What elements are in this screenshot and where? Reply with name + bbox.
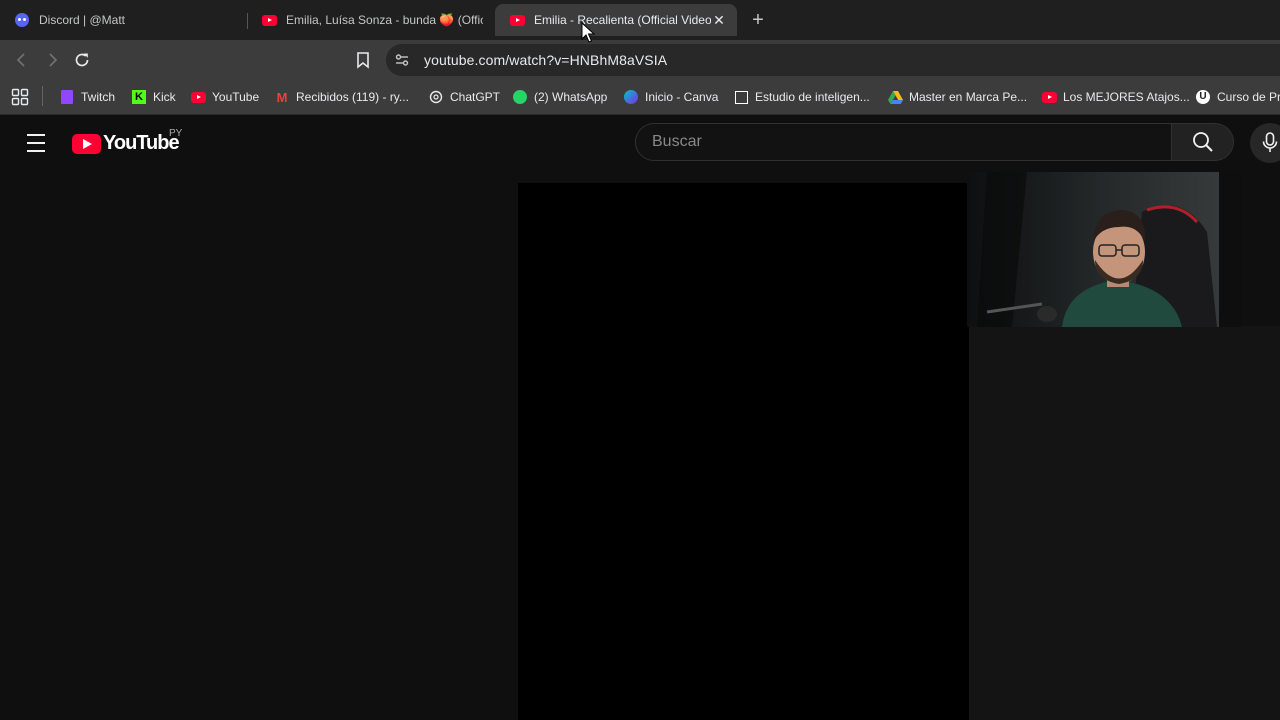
site-settings-icon[interactable] xyxy=(394,52,410,68)
country-code: PY xyxy=(169,128,183,139)
google-drive-icon xyxy=(887,89,903,105)
kick-icon: K xyxy=(131,89,147,105)
search-placeholder: Buscar xyxy=(652,133,702,150)
bookmark-label: Kick xyxy=(153,90,176,104)
bookmark-google-drive[interactable]: Master en Marca Pe... xyxy=(887,88,1027,106)
bookmark-label: Twitch xyxy=(81,90,116,104)
url-text[interactable]: youtube.com/watch?v=HNBhM8aVSIA xyxy=(424,52,667,68)
search-input[interactable]: Buscar xyxy=(635,123,1172,161)
bookmark-twitch[interactable]: Twitch xyxy=(59,88,115,106)
bookmark-canva[interactable]: Inicio - Canva xyxy=(623,88,718,106)
bookmark-label: Inicio - Canva xyxy=(645,90,719,104)
bookmark-label: (2) WhatsApp xyxy=(534,90,608,104)
tab-emilia-recalienta[interactable]: Emilia - Recalienta (Official Video ✕ xyxy=(495,4,737,36)
webcam-overlay xyxy=(967,172,1242,327)
address-bar[interactable]: youtube.com/watch?v=HNBhM8aVSIA xyxy=(386,44,1280,76)
youtube-icon xyxy=(1041,89,1057,105)
bookmark-youtube[interactable]: YouTube xyxy=(190,88,259,106)
ai-studio-icon xyxy=(733,89,749,105)
tab-emilia-bunda[interactable]: Emilia, Luísa Sonza - bunda 🍑 (Offic xyxy=(247,4,493,36)
bookmarks-separator xyxy=(42,86,43,106)
udemy-icon: U xyxy=(1195,89,1211,105)
youtube-logo[interactable]: YouTube xyxy=(72,132,180,155)
youtube-icon xyxy=(509,12,525,28)
chatgpt-icon xyxy=(428,89,444,105)
tab-title: Discord | @Matt xyxy=(39,13,125,27)
bookmark-label: Curso de Pr xyxy=(1217,90,1280,104)
bookmark-los-mejores-atajos[interactable]: Los MEJORES Atajos... xyxy=(1041,88,1190,106)
bookmark-ai-studio[interactable]: Estudio de inteligen... xyxy=(733,88,870,106)
chevron-left-icon xyxy=(16,53,25,67)
youtube-logo-text: YouTube xyxy=(103,132,180,154)
back-button[interactable] xyxy=(10,48,34,72)
voice-search-button[interactable] xyxy=(1250,123,1280,163)
youtube-icon xyxy=(190,89,206,105)
tab-title: Emilia - Recalienta (Official Video xyxy=(534,13,711,27)
twitch-icon xyxy=(59,89,75,105)
youtube-icon xyxy=(261,12,277,28)
browser-toolbar: youtube.com/watch?v=HNBhM8aVSIA xyxy=(0,40,1280,80)
bookmark-curso[interactable]: U Curso de Pr xyxy=(1195,88,1280,106)
search-icon xyxy=(1192,132,1213,152)
new-tab-button[interactable]: + xyxy=(748,10,768,30)
close-tab-icon[interactable]: ✕ xyxy=(711,12,727,28)
bookmark-whatsapp[interactable]: (2) WhatsApp xyxy=(512,88,607,106)
canva-icon xyxy=(623,89,639,105)
microphone-icon xyxy=(1262,132,1278,152)
whatsapp-icon xyxy=(512,89,528,105)
bookmark-gmail[interactable]: M Recibidos (119) - ry... xyxy=(274,88,409,106)
bookmarks-bar: Twitch K Kick YouTube M Recibidos (119) … xyxy=(0,80,1280,115)
reload-button[interactable] xyxy=(70,48,94,72)
bookmark-label: Estudio de inteligen... xyxy=(755,90,870,104)
apps-button[interactable] xyxy=(11,88,29,106)
tab-title: Emilia, Luísa Sonza - bunda 🍑 (Offic xyxy=(286,13,483,27)
chevron-right-icon xyxy=(49,53,58,67)
video-player[interactable] xyxy=(518,183,969,720)
bookmark-label: Los MEJORES Atajos... xyxy=(1063,90,1190,104)
bookmark-icon xyxy=(357,52,369,69)
forward-button[interactable] xyxy=(40,48,64,72)
bookmark-button[interactable] xyxy=(351,48,375,72)
youtube-masthead: YouTube PY Buscar xyxy=(0,115,1280,171)
tab-discord[interactable]: Discord | @Matt xyxy=(0,4,246,36)
bookmark-label: ChatGPT xyxy=(450,90,501,104)
reload-icon xyxy=(75,53,89,67)
youtube-logo-icon xyxy=(72,133,101,154)
gmail-icon: M xyxy=(276,89,288,105)
bookmark-kick[interactable]: K Kick xyxy=(131,88,176,106)
mouse-cursor-icon xyxy=(581,22,595,43)
tab-strip: Discord | @Matt Emilia, Luísa Sonza - bu… xyxy=(0,0,1280,40)
menu-icon[interactable] xyxy=(24,134,48,152)
bookmark-chatgpt[interactable]: ChatGPT xyxy=(428,88,500,106)
discord-icon xyxy=(14,12,30,28)
bookmark-label: Master en Marca Pe... xyxy=(909,90,1028,104)
bookmark-label: Recibidos (119) - ry... xyxy=(296,90,409,104)
apps-grid-icon xyxy=(11,88,29,106)
page-background xyxy=(0,171,518,720)
search-button[interactable] xyxy=(1172,123,1234,161)
webcam-feed xyxy=(967,172,1242,327)
secondary-column xyxy=(969,326,1280,720)
bookmark-label: YouTube xyxy=(212,90,260,104)
